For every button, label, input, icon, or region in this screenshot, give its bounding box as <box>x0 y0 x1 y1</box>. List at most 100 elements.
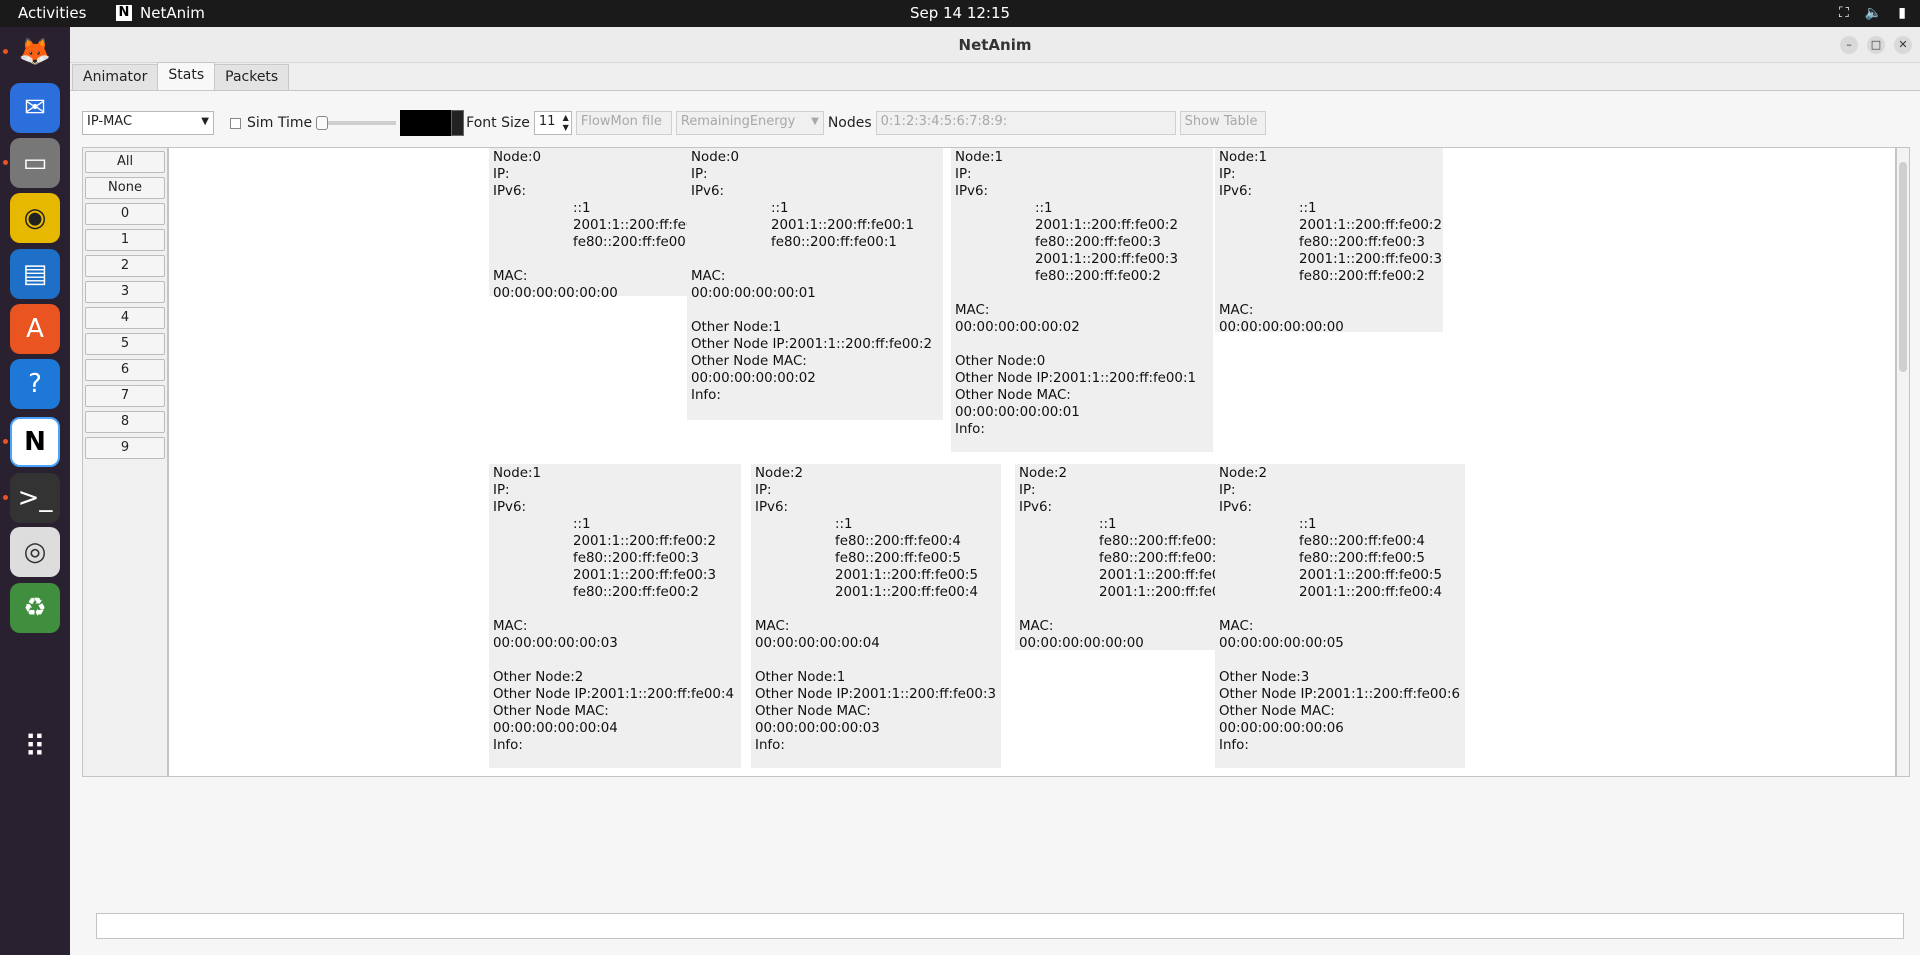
ipv6-address: fe80::200:ff:fe00:4 <box>1099 534 1225 549</box>
tab-packets[interactable]: Packets <box>214 64 290 91</box>
node-id: Node:0 <box>691 150 739 165</box>
mac-address: 00:00:00:00:00:02 <box>955 320 1080 335</box>
mode-value: IP-MAC <box>87 114 133 129</box>
font-size-spinbox[interactable]: 11 ▲ ▼ <box>533 111 572 135</box>
mac-address: 00:00:00:00:00:04 <box>755 636 880 651</box>
ipv6-address: ::1 <box>573 517 591 532</box>
files-icon[interactable]: ▭ <box>10 138 60 188</box>
other-node-info: Info: <box>755 738 785 753</box>
minimize-icon[interactable]: – <box>1840 36 1858 54</box>
rhythmbox-icon[interactable]: ◉ <box>10 193 60 243</box>
terminal-icon[interactable]: >_ <box>10 473 60 523</box>
sim-time-label: Sim Time <box>247 115 313 131</box>
thunderbird-icon[interactable]: ✉ <box>10 83 60 133</box>
show-table-button[interactable]: Show Table <box>1179 111 1266 135</box>
scrollbar-thumb[interactable] <box>1899 162 1907 372</box>
node-button-9[interactable]: 9 <box>85 437 165 459</box>
app-center-icon[interactable]: A <box>10 304 60 354</box>
ipv6-address: 2001:1::200:ff:fe00:5 <box>1299 568 1442 583</box>
other-node-info: Other Node MAC: <box>493 704 609 719</box>
other-node-info: Other Node MAC: <box>755 704 871 719</box>
node-button-1[interactable]: 1 <box>85 229 165 251</box>
system-tray[interactable]: ⛶ 🔈 ▮ <box>1839 5 1906 21</box>
stats-toolbar: IP-MAC ▼ Sim Time Font Size 11 ▲ ▼ FlowMon … <box>82 110 1266 136</box>
node-button-2[interactable]: 2 <box>85 255 165 277</box>
writer-icon[interactable]: ▤ <box>10 249 60 299</box>
other-node-info: Info: <box>1219 738 1249 753</box>
node-button-6[interactable]: 6 <box>85 359 165 381</box>
app-menu[interactable]: N NetAnim <box>116 4 205 22</box>
spin-arrows-icon[interactable]: ▲ ▼ <box>563 113 569 133</box>
node-stats-card: Node:1 IP: IPv6:::1 2001:1::200:ff:fe00:2 fe… <box>489 464 741 768</box>
other-node-info: 00:00:00:00:00:06 <box>1219 721 1344 736</box>
other-node-info: Info: <box>955 422 985 437</box>
mac-label: MAC: <box>955 303 990 318</box>
node-button-none[interactable]: None <box>85 177 165 199</box>
spin-arrows-icon[interactable] <box>451 110 465 136</box>
disc-icon[interactable]: ◎ <box>10 527 60 577</box>
other-node-info: Other Node MAC: <box>691 354 807 369</box>
sim-time-slider[interactable] <box>316 116 397 130</box>
other-node-info: Other Node:1 <box>691 320 782 335</box>
node-button-all[interactable]: All <box>85 151 165 173</box>
ipv6-address: fe80::200:ff:fe00:5 <box>1099 551 1225 566</box>
node-button-0[interactable]: 0 <box>85 203 165 225</box>
ip-label: IP: <box>493 483 510 498</box>
firefox-icon[interactable]: 🦊 <box>10 27 60 77</box>
ipv6-address: ::1 <box>1299 201 1317 216</box>
node-button-3[interactable]: 3 <box>85 281 165 303</box>
ipv6-address: 2001:1::200:ff:fe00:3 <box>1035 252 1178 267</box>
help-icon[interactable]: ? <box>10 359 60 409</box>
tab-animator[interactable]: Animator <box>72 64 159 91</box>
ipv6-address: fe80::200:ff:fe00:2 <box>573 585 699 600</box>
ip-label: IP: <box>755 483 772 498</box>
netanim-dock-icon[interactable]: N <box>10 417 60 467</box>
mac-address: 00:00:00:00:00:00 <box>493 286 618 301</box>
ip-label: IP: <box>691 167 708 182</box>
trash-icon[interactable]: ♻ <box>10 583 60 633</box>
top-bar: Activities N NetAnim Sep 14 12:15 ⛶ 🔈 ▮ <box>0 0 1920 27</box>
close-icon[interactable]: ✕ <box>1894 36 1912 54</box>
node-id: Node:0 <box>493 150 541 165</box>
clock[interactable]: Sep 14 12:15 <box>0 4 1920 22</box>
node-stats-card: Node:0 IP: IPv6:::1 2001:1::200:ff:fe00:1 fe… <box>489 148 717 301</box>
node-id: Node:1 <box>1219 150 1267 165</box>
ipv6-address: 2001:1::200:ff:fe00:3 <box>573 568 716 583</box>
node-button-4[interactable]: 4 <box>85 307 165 329</box>
sim-time-checkbox[interactable] <box>230 117 241 129</box>
nodes-input[interactable]: 0:1:2:3:4:5:6:7:8:9: <box>875 111 1176 135</box>
tab-stats[interactable]: Stats <box>157 62 216 91</box>
mac-label: MAC: <box>1219 619 1254 634</box>
node-button-5[interactable]: 5 <box>85 333 165 355</box>
vertical-scrollbar[interactable] <box>1896 147 1910 777</box>
ipv6-address: 2001:1::200:ff:fe00:5 <box>1099 568 1242 583</box>
chevron-down-icon: ▼ <box>201 116 209 127</box>
ip-label: IP: <box>1219 167 1236 182</box>
nodes-label: Nodes <box>827 115 872 131</box>
node-button-7[interactable]: 7 <box>85 385 165 407</box>
energy-value: RemainingEnergy <box>680 114 796 129</box>
node-id: Node:2 <box>755 466 803 481</box>
ipv6-address: fe80::200:ff:fe00:1 <box>771 235 897 250</box>
node-stats-card: Node:2 IP: IPv6:::1 fe80::200:ff:fe00:4 fe80… <box>1215 464 1465 768</box>
ipv6-address: fe80::200:ff:fe00:5 <box>1299 551 1425 566</box>
sim-time-spinbox[interactable] <box>400 110 465 136</box>
other-node-info: Other Node IP:2001:1::200:ff:fe00:4 <box>493 687 734 702</box>
other-node-info: 00:00:00:00:00:02 <box>691 371 816 386</box>
ipv6-address: fe80::200:ff:fe00:3 <box>573 551 699 566</box>
maximize-icon[interactable]: □ <box>1867 36 1885 54</box>
node-stats-card: Node:1 IP: IPv6:::1 2001:1::200:ff:fe00:2 fe… <box>1215 148 1443 335</box>
activities-button[interactable]: Activities <box>18 4 86 22</box>
flowmon-file-button[interactable]: FlowMon file <box>575 111 672 135</box>
energy-select[interactable]: RemainingEnergy ▼ <box>675 111 824 135</box>
mode-select[interactable]: IP-MAC ▼ <box>82 111 214 135</box>
slider-handle[interactable] <box>316 116 329 130</box>
ipv6-address: ::1 <box>835 517 853 532</box>
node-button-8[interactable]: 8 <box>85 411 165 433</box>
app-grid-icon[interactable]: ⠿ <box>10 722 60 772</box>
ipv6-address: ::1 <box>1099 517 1117 532</box>
